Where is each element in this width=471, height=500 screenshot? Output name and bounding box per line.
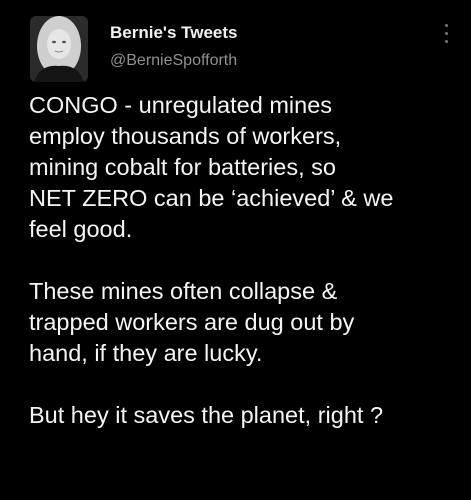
tweet-paragraph: But hey it saves the planet, right ? bbox=[29, 402, 384, 428]
tweet-paragraph: CONGO - unregulated mines employ thousan… bbox=[29, 92, 394, 242]
tweet-paragraph: These mines often collapse & trapped wor… bbox=[29, 278, 355, 366]
more-options-icon[interactable] bbox=[440, 24, 452, 50]
avatar[interactable] bbox=[30, 16, 88, 82]
tweet-card: Bernie's Tweets @BernieSpofforth CONGO -… bbox=[0, 0, 471, 500]
author-display-name[interactable]: Bernie's Tweets bbox=[110, 22, 238, 44]
author-names: Bernie's Tweets @BernieSpofforth bbox=[110, 22, 238, 72]
author-handle[interactable]: @BernieSpofforth bbox=[110, 50, 238, 72]
tweet-text: CONGO - unregulated mines employ thousan… bbox=[29, 90, 459, 462]
tweet-header: Bernie's Tweets @BernieSpofforth bbox=[30, 10, 450, 82]
